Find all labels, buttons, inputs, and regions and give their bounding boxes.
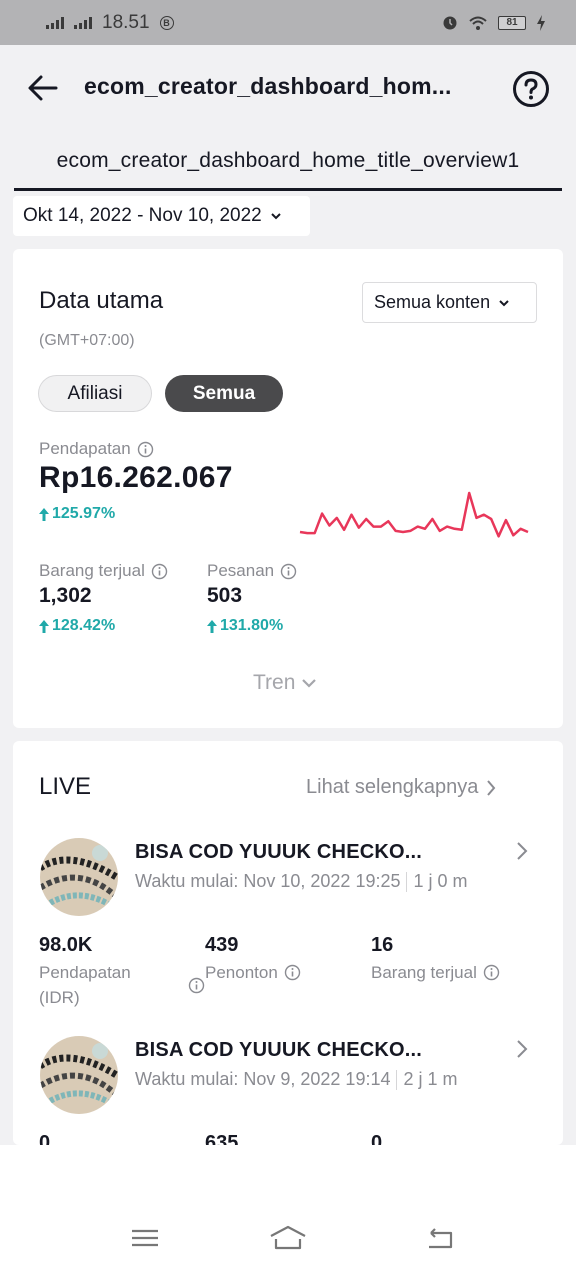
revenue-label: Pendapatan (39, 439, 131, 458)
notification-icon: B (159, 15, 174, 30)
live-session-name: BISA COD YUUUK CHECKO... (135, 1039, 423, 1061)
chevron-down-icon (499, 299, 509, 306)
chevron-down-icon (302, 679, 317, 688)
trend-label: Tren (253, 671, 296, 694)
home-icon[interactable] (268, 1223, 308, 1253)
orders-label: Pesanan (207, 561, 275, 580)
live-items-value: 0 (371, 1132, 383, 1145)
items-sold-label: Barang terjual (39, 561, 145, 580)
live-card: LIVE Lihat selengkapnya BISA COD YUUUK C… (13, 741, 563, 1145)
key-data-title: Data utama (39, 287, 164, 314)
live-revenue-label: Pendapatan (IDR) (39, 960, 131, 1010)
trend-toggle[interactable]: Tren (253, 671, 317, 695)
wifi-icon (469, 16, 487, 30)
chevron-right-icon (517, 1040, 528, 1058)
orders-value: 503 (207, 584, 243, 607)
live-session-duration: 2 j 1 m (403, 1069, 458, 1089)
status-time: 18.51 (102, 11, 150, 33)
live-session-start: Waktu mulai: Nov 9, 2022 19:14 (135, 1069, 391, 1089)
signal-icon (46, 16, 64, 29)
divider (396, 1069, 398, 1090)
info-icon[interactable] (280, 563, 297, 580)
live-revenue-label-line1: Pendapatan (39, 963, 131, 982)
date-range-picker[interactable]: Okt 14, 2022 - Nov 10, 2022 (13, 196, 310, 236)
live-title: LIVE (39, 773, 92, 800)
live-revenue-value: 98.0K (39, 934, 93, 956)
items-sold-label-group: Barang terjual (39, 561, 168, 581)
alarm-icon (443, 16, 457, 29)
charging-icon (537, 14, 545, 31)
chevron-right-icon (487, 779, 496, 796)
live-thumbnail (40, 838, 118, 916)
header: ecom_creator_dashboard_hom... ecom_creat… (0, 45, 576, 191)
key-data-card: Data utama (GMT+07:00) Semua konten Afil… (13, 249, 563, 728)
chevron-down-icon (271, 213, 281, 220)
info-icon[interactable] (137, 441, 154, 458)
orders-growth-value: 131.80% (220, 617, 284, 634)
content-filter-dropdown[interactable]: Semua konten (362, 282, 537, 323)
live-session-time: Waktu mulai: Nov 9, 2022 19:14 2 j 1 m (135, 1069, 458, 1090)
date-range-label: Okt 14, 2022 - Nov 10, 2022 (23, 205, 262, 226)
chevron-right-icon (517, 842, 528, 860)
back-nav-icon[interactable] (423, 1223, 459, 1253)
info-icon[interactable] (483, 964, 500, 981)
see-more-label: Lihat selengkapnya (306, 776, 479, 798)
live-viewers-value: 439 (205, 934, 239, 956)
live-items-label-group: Barang terjual (371, 960, 500, 985)
battery-icon: 81 (498, 15, 526, 30)
arrow-up-icon (207, 619, 217, 633)
orders-label-group: Pesanan (207, 561, 297, 581)
live-thumbnail (40, 1036, 118, 1114)
sparkline-series (299, 491, 529, 538)
tab-overview[interactable]: ecom_creator_dashboard_home_title_overvi… (14, 143, 562, 191)
live-session-time: Waktu mulai: Nov 10, 2022 19:25 1 j 0 m (135, 871, 468, 892)
live-session-name: BISA COD YUUUK CHECKO... (135, 841, 423, 863)
live-viewers-label-group: Penonton (205, 960, 301, 985)
revenue-growth: 125.97% (39, 505, 115, 523)
info-icon[interactable] (151, 563, 168, 580)
filter-affiliate-button[interactable]: Afiliasi (38, 375, 152, 412)
live-viewers-label: Penonton (205, 963, 278, 982)
live-session-duration: 1 j 0 m (413, 871, 468, 891)
signal-icon-2 (74, 16, 92, 29)
back-arrow-icon[interactable] (26, 71, 60, 105)
live-items-label: Barang terjual (371, 963, 477, 982)
help-icon[interactable] (512, 70, 550, 108)
items-sold-value: 1,302 (39, 584, 92, 607)
info-icon[interactable] (188, 977, 205, 994)
system-nav-bar (0, 1145, 576, 1280)
page-title: ecom_creator_dashboard_hom... (84, 73, 452, 99)
divider (406, 871, 408, 892)
revenue-growth-value: 125.97% (52, 505, 116, 522)
items-sold-growth: 128.42% (39, 617, 115, 635)
status-bar: 18.51 B 81 (0, 0, 576, 45)
revenue-sparkline (299, 491, 529, 538)
arrow-up-icon (39, 507, 49, 521)
live-viewers-value: 635 (205, 1132, 239, 1145)
orders-growth: 131.80% (207, 617, 283, 635)
menu-icon[interactable] (127, 1223, 163, 1253)
filter-all-button[interactable]: Semua (165, 375, 283, 412)
revenue-value: Rp16.262.067 (39, 461, 233, 494)
revenue-label-group: Pendapatan (39, 439, 154, 459)
live-items-value: 16 (371, 934, 394, 956)
live-revenue-value: 0 (39, 1132, 51, 1145)
arrow-up-icon (39, 619, 49, 633)
timezone-label: (GMT+07:00) (39, 332, 135, 349)
see-more-link[interactable]: Lihat selengkapnya (306, 776, 496, 799)
info-icon[interactable] (284, 964, 301, 981)
live-session-start: Waktu mulai: Nov 10, 2022 19:25 (135, 871, 401, 891)
live-revenue-label-line2: (IDR) (39, 988, 80, 1007)
items-sold-growth-value: 128.42% (52, 617, 116, 634)
content-filter-label: Semua konten (374, 292, 491, 312)
